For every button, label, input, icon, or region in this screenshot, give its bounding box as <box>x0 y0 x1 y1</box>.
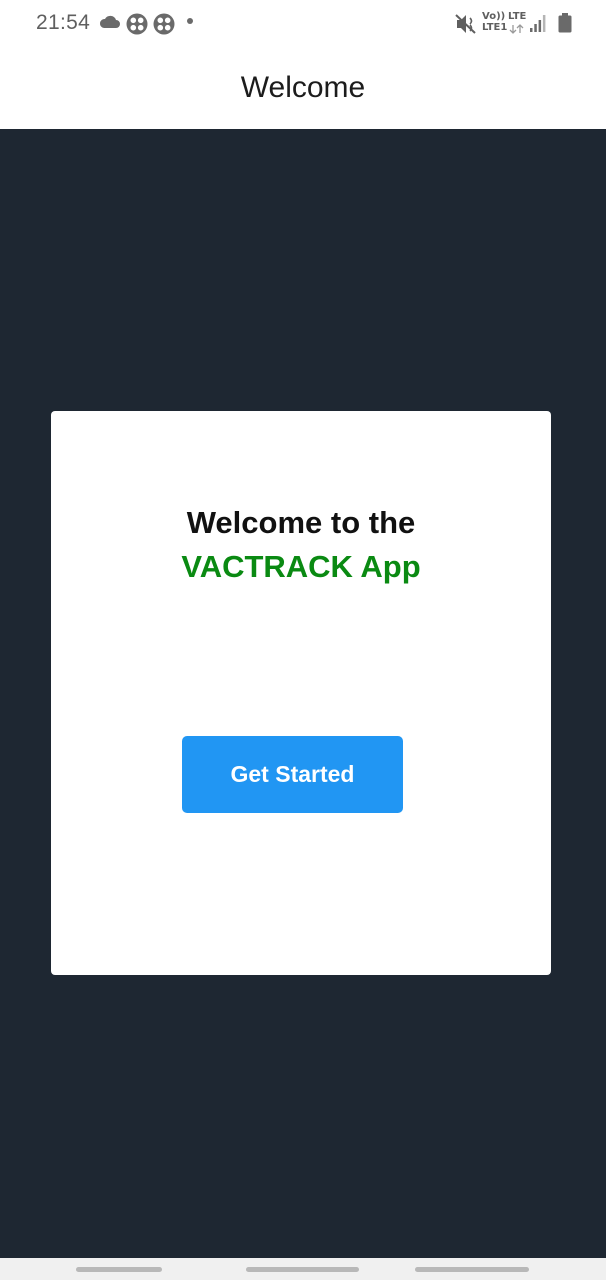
volte-sim-label: LTE1 <box>482 22 508 33</box>
welcome-card: Welcome to the VACTRACK App Get Started <box>51 411 551 975</box>
app-name-heading: VACTRACK App <box>181 549 421 584</box>
navigation-bar <box>0 1258 606 1280</box>
page-title: Welcome <box>240 70 366 104</box>
app-notification-icon <box>153 13 175 40</box>
battery-icon <box>558 13 572 38</box>
get-started-button[interactable]: Get Started <box>182 736 403 813</box>
dot-icon <box>187 18 193 24</box>
signal-icon <box>530 15 546 37</box>
nav-back-handle[interactable] <box>415 1267 529 1272</box>
mute-icon <box>455 13 479 40</box>
nav-home-handle[interactable] <box>246 1267 359 1272</box>
app-notification-icon <box>126 13 148 40</box>
status-time: 21:54 <box>36 11 91 34</box>
lte-label: LTE <box>508 11 527 22</box>
cloud-icon <box>99 15 121 34</box>
volte-label: Vo)) <box>482 11 506 22</box>
app-header: Welcome <box>0 48 606 129</box>
nav-recents-handle[interactable] <box>76 1267 162 1272</box>
welcome-heading: Welcome to the <box>186 505 416 540</box>
status-bar: 21:54 Vo)) LTE1 LTE <box>0 0 606 48</box>
